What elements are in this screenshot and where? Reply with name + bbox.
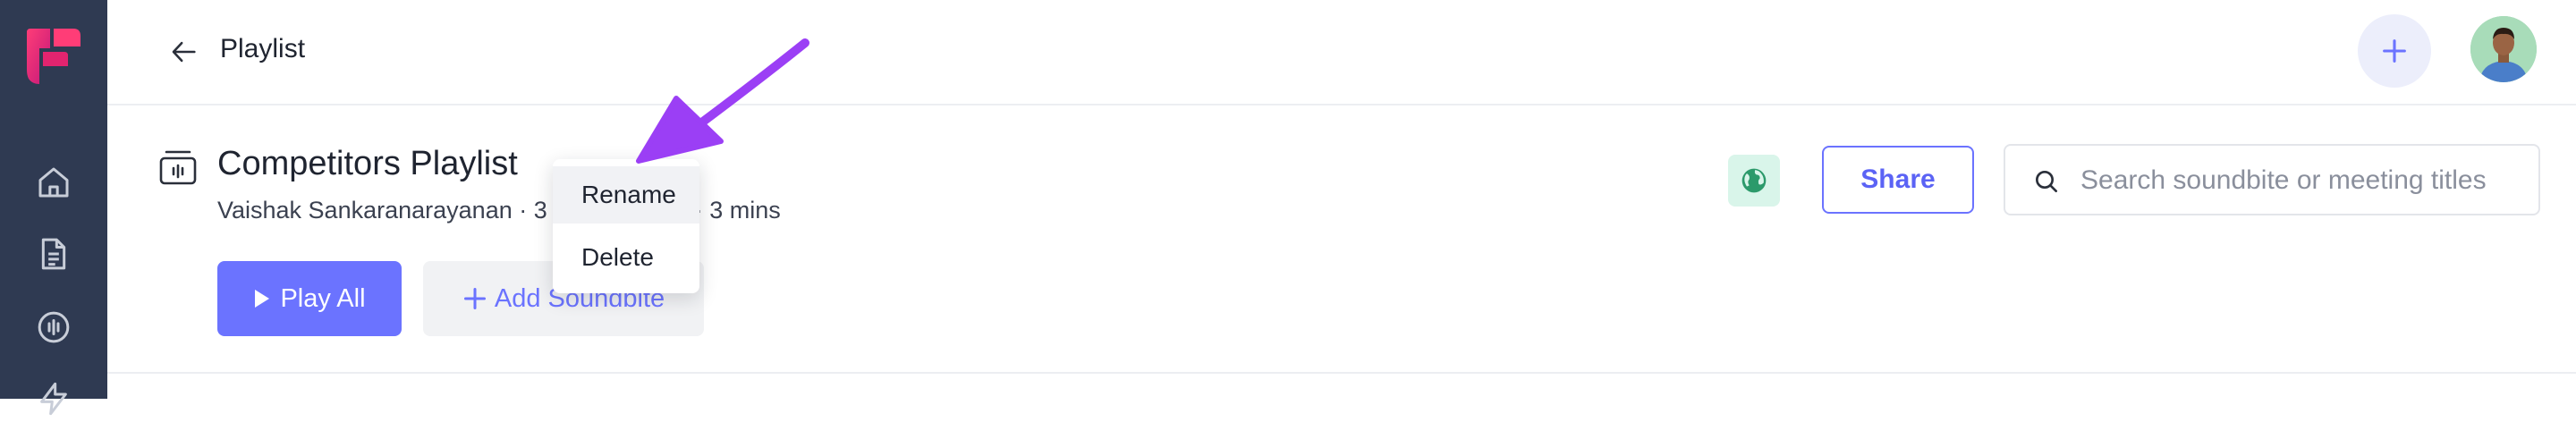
share-button[interactable]: Share (1822, 146, 1974, 214)
sidebar-item-lightning[interactable] (30, 376, 77, 422)
plus-icon (2383, 39, 2406, 63)
plus-icon (463, 287, 486, 310)
annotation-arrow (636, 38, 809, 164)
visibility-toggle[interactable] (1728, 155, 1780, 207)
search-box[interactable] (2004, 144, 2540, 215)
search-input[interactable] (2079, 156, 2529, 205)
sidebar-item-soundbites[interactable] (30, 304, 77, 350)
play-all-label: Play All (280, 283, 366, 313)
menu-item-delete[interactable]: Delete (553, 229, 699, 286)
lightning-icon (40, 382, 67, 416)
document-icon (41, 238, 66, 270)
page-title: Playlist (220, 34, 306, 63)
arrow-left-icon (172, 41, 196, 63)
context-menu: Rename Delete (553, 159, 699, 293)
user-avatar-image (2470, 16, 2537, 82)
sidebar (0, 0, 107, 416)
top-bar: Playlist (107, 0, 2576, 106)
home-icon (38, 167, 69, 198)
sidebar-item-documents[interactable] (30, 231, 77, 277)
back-button[interactable] (163, 30, 206, 73)
search-icon (2036, 171, 2057, 192)
sidebar-item-home[interactable] (30, 159, 77, 206)
play-icon (255, 290, 270, 308)
globe-icon (1741, 168, 1767, 193)
play-all-button[interactable]: Play All (217, 261, 402, 336)
add-button[interactable] (2358, 14, 2431, 88)
soundbite-icon (38, 311, 70, 343)
playlist-icon (159, 150, 197, 185)
content-divider (107, 372, 2576, 374)
playlist-owner: Vaishak Sankaranarayanan · 3 (217, 197, 547, 224)
playlist-title: Competitors Playlist (217, 145, 518, 182)
avatar[interactable] (2470, 16, 2537, 82)
brand-logo[interactable] (23, 27, 84, 88)
playlist-duration: · 3 mins (694, 197, 781, 224)
